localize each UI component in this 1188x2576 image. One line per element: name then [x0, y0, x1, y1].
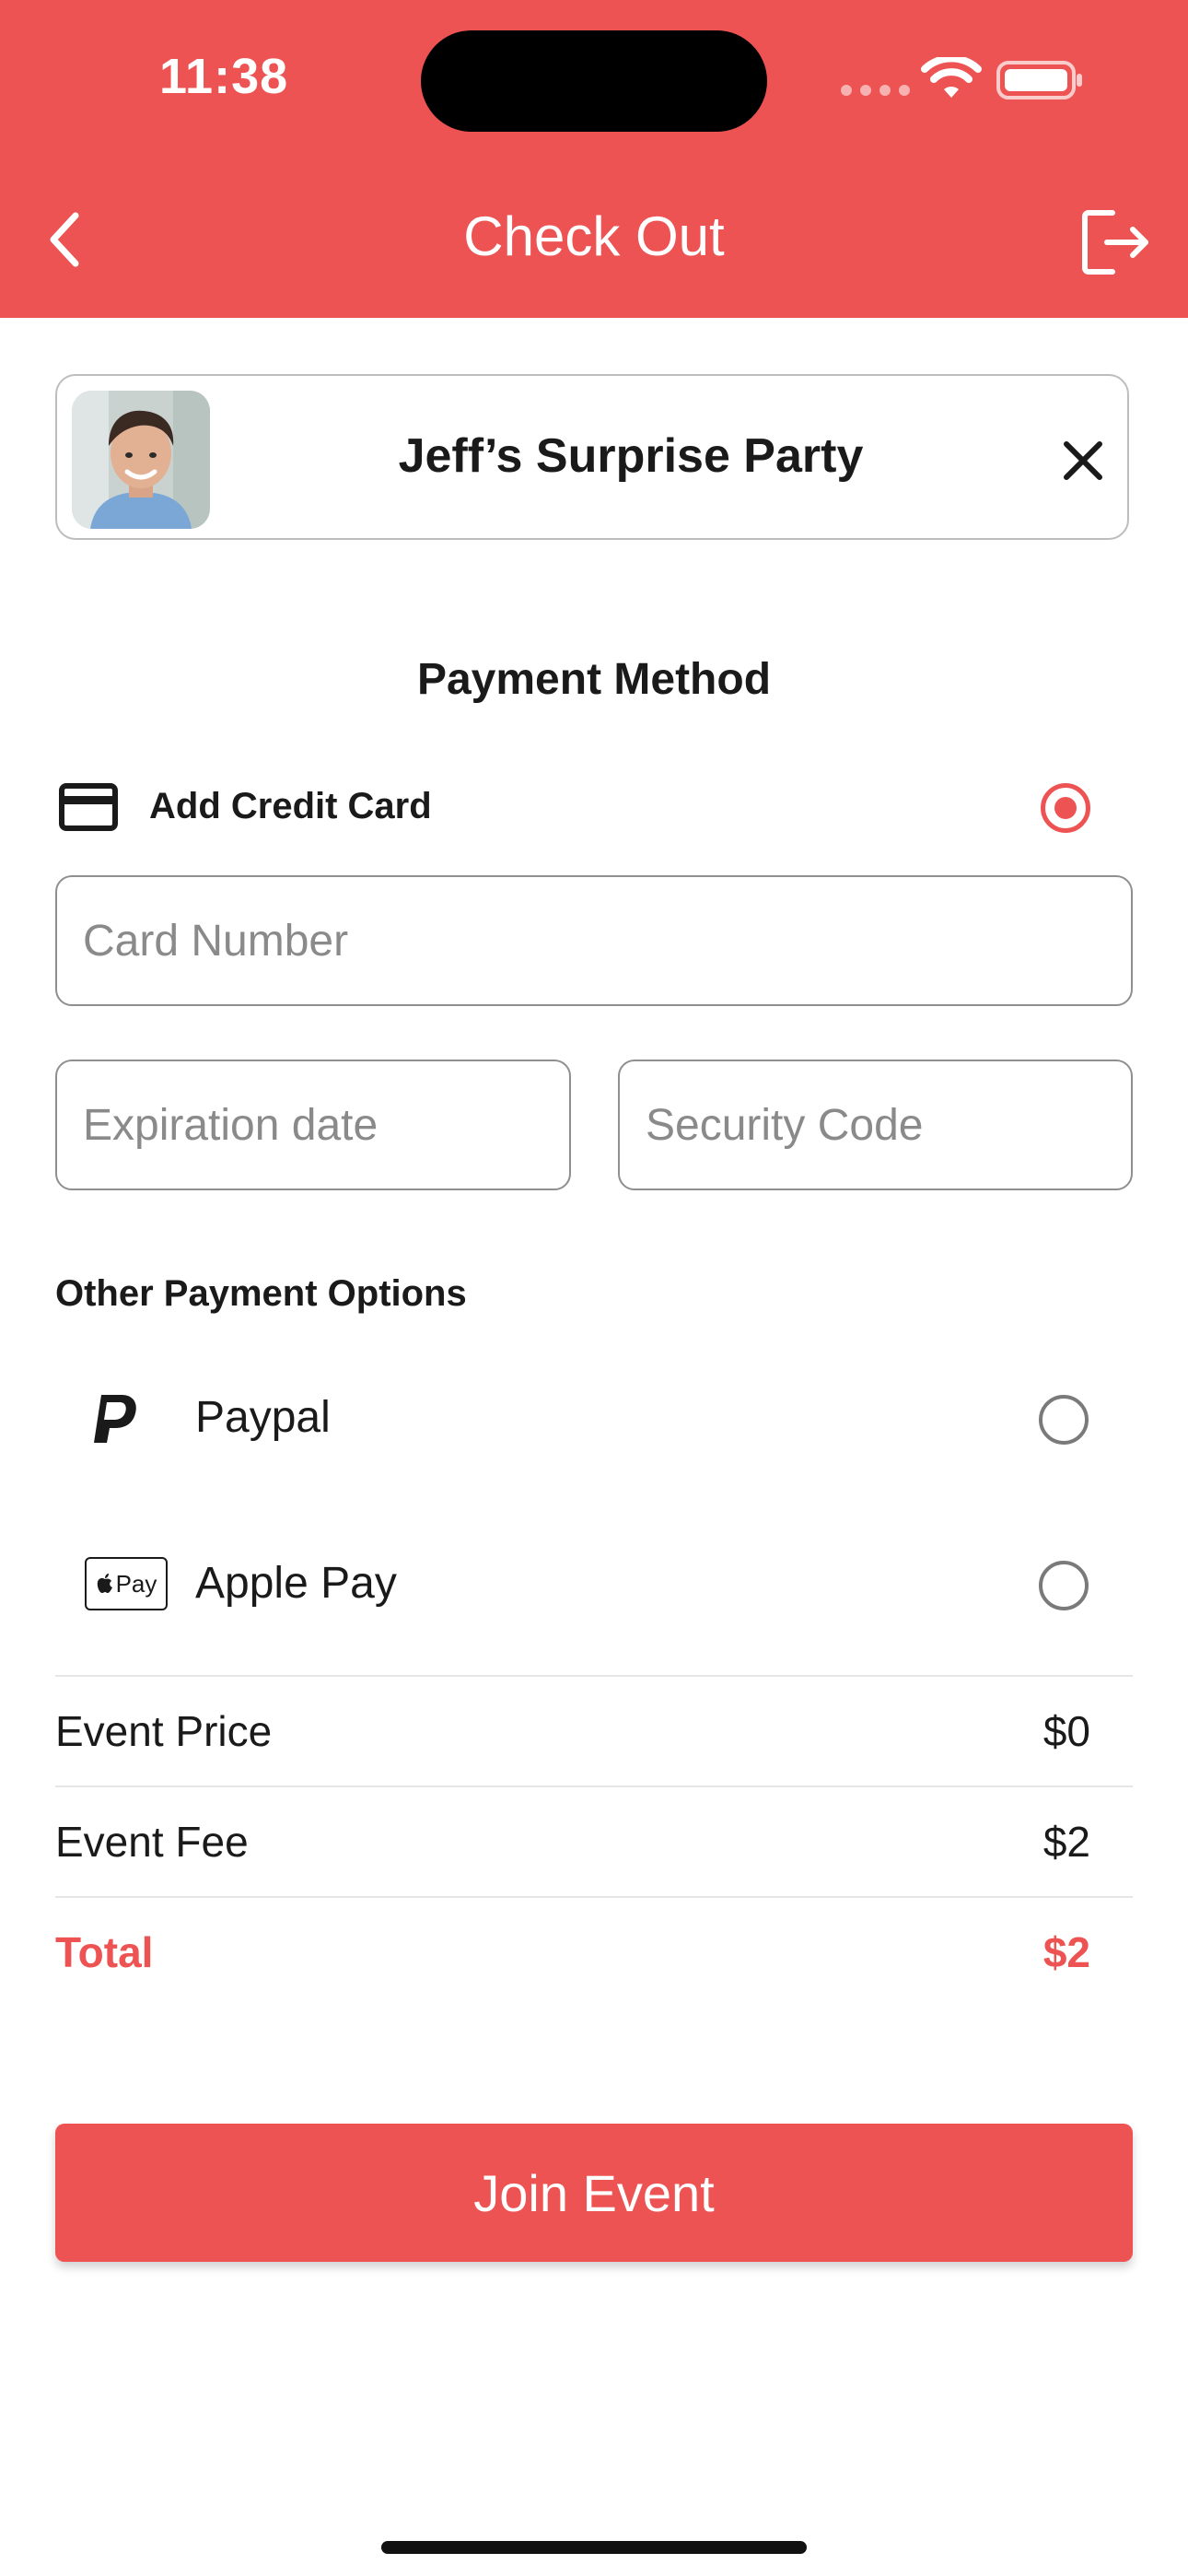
- logout-icon[interactable]: [1079, 207, 1153, 277]
- credit-card-icon: [59, 783, 118, 831]
- event-price-label: Event Price: [55, 1707, 273, 1755]
- divider: [55, 1896, 1133, 1898]
- payment-method-title: Payment Method: [416, 655, 772, 704]
- apple-pay-label: Apple Pay: [195, 1559, 397, 1608]
- paypal-icon: [94, 1395, 136, 1443]
- card-number-input[interactable]: [55, 875, 1133, 1006]
- join-event-button[interactable]: Join Event: [55, 2124, 1133, 2262]
- event-fee-label: Event Fee: [55, 1818, 249, 1866]
- credit-card-radio[interactable]: [1041, 783, 1090, 833]
- total-label: Total: [55, 1928, 154, 1976]
- divider: [55, 1786, 1133, 1787]
- security-code-input[interactable]: [618, 1060, 1133, 1190]
- apple-pay-icon: Pay: [85, 1557, 168, 1610]
- event-fee-value: $2: [1042, 1818, 1090, 1866]
- event-price-value: $0: [1042, 1707, 1090, 1755]
- total-value: $2: [1042, 1928, 1090, 1976]
- expiration-date-input[interactable]: [55, 1060, 571, 1190]
- paypal-label: Paypal: [195, 1393, 331, 1442]
- page-title: Check Out: [463, 205, 725, 267]
- home-indicator: [381, 2541, 807, 2554]
- apple-pay-badge-text: Pay: [115, 1569, 157, 1598]
- dynamic-island: [421, 30, 767, 132]
- close-icon[interactable]: [1050, 427, 1116, 494]
- other-payment-options-title: Other Payment Options: [55, 1273, 467, 1314]
- status-time: 11:38: [159, 49, 289, 104]
- paypal-radio[interactable]: [1039, 1395, 1089, 1445]
- cellular-signal-icon: [841, 85, 910, 96]
- apple-logo-icon: [97, 1574, 112, 1593]
- apple-pay-radio[interactable]: [1039, 1561, 1089, 1610]
- avatar: [72, 391, 210, 529]
- wifi-icon: [921, 57, 982, 98]
- divider: [55, 1675, 1133, 1677]
- add-credit-card-label: Add Credit Card: [149, 786, 432, 826]
- battery-icon: [996, 61, 1082, 100]
- event-title: Jeff’s Surprise Party: [398, 429, 864, 483]
